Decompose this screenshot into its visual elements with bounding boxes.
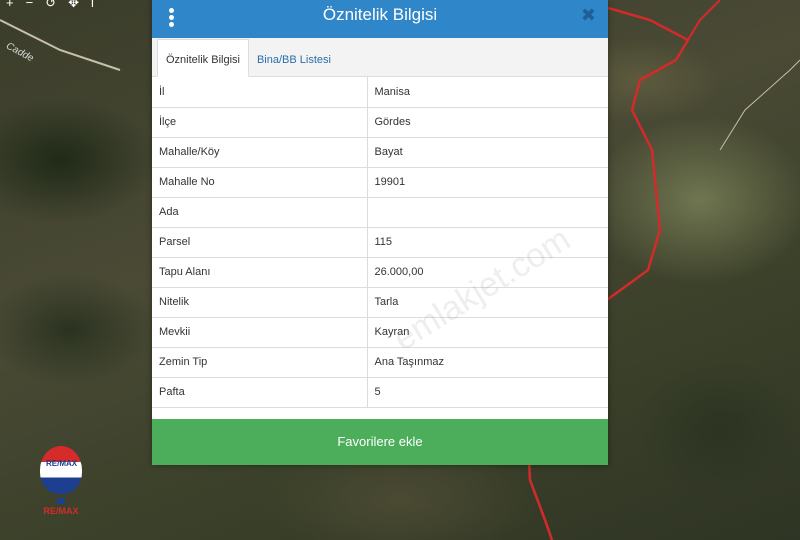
dialog-header: Öznitelik Bilgisi ✖ xyxy=(152,0,608,38)
table-row: Pafta 5 xyxy=(152,377,608,408)
row-value: 26.000,00 xyxy=(367,257,608,288)
table-row: Zemin Tip Ana Taşınmaz xyxy=(152,347,608,378)
add-to-favorites-button[interactable]: Favorilere ekle xyxy=(152,419,608,465)
basket-icon xyxy=(57,498,65,504)
row-value: 19901 xyxy=(367,167,608,198)
move-icon[interactable]: ✥ xyxy=(68,0,79,16)
row-value: 5 xyxy=(367,377,608,408)
row-value: Kayran xyxy=(367,317,608,348)
row-key: Zemin Tip xyxy=(152,347,368,378)
tab-building-list[interactable]: Bina/BB Listesi xyxy=(249,40,339,76)
row-key: Ada xyxy=(152,197,368,228)
logo-subtext: RE/MAX xyxy=(43,506,79,516)
parcel-boundary-line xyxy=(687,0,721,41)
row-key: Mahalle/Köy xyxy=(152,137,368,168)
track-line xyxy=(719,59,800,151)
table-row: İl Manisa xyxy=(152,77,608,108)
table-row: İlçe Gördes xyxy=(152,107,608,138)
row-key: Parsel xyxy=(152,227,368,258)
balloon-icon xyxy=(40,446,82,494)
info-icon[interactable]: i xyxy=(91,0,94,16)
dialog-title: Öznitelik Bilgisi xyxy=(322,5,438,24)
minus-icon[interactable]: − xyxy=(26,0,34,16)
attribute-dialog: Öznitelik Bilgisi ✖ Öznitelik Bilgisi Bi… xyxy=(152,0,608,465)
map-toolbar: + − ↺ ✥ i xyxy=(0,0,156,16)
row-value: Bayat xyxy=(367,137,608,168)
attribute-table: İl Manisa İlçe Gördes Mahalle/Köy Bayat Mah… xyxy=(152,77,608,408)
row-value: Ana Taşınmaz xyxy=(367,347,608,378)
table-row: Mahalle No 19901 xyxy=(152,167,608,198)
row-key: Nitelik xyxy=(152,287,368,318)
table-row: Nitelik Tarla xyxy=(152,287,608,318)
row-value: Tarla xyxy=(367,287,608,318)
close-icon[interactable]: ✖ xyxy=(581,5,596,26)
vertical-dots-menu-icon[interactable] xyxy=(166,6,176,30)
table-row: Mahalle/Köy Bayat xyxy=(152,137,608,168)
row-value: 115 xyxy=(367,227,608,258)
row-key: Tapu Alanı xyxy=(152,257,368,288)
row-key: Pafta xyxy=(152,377,368,408)
remax-logo: RE/MAX RE/MAX xyxy=(20,446,102,520)
table-row: Parsel 115 xyxy=(152,227,608,258)
logo-text: RE/MAX xyxy=(46,459,78,468)
row-value: Gördes xyxy=(367,107,608,138)
row-key: İlçe xyxy=(152,107,368,138)
dialog-tabs: Öznitelik Bilgisi Bina/BB Listesi xyxy=(152,38,608,77)
row-value xyxy=(367,197,608,228)
row-key: İl xyxy=(152,77,368,108)
row-key: Mevkii xyxy=(152,317,368,348)
table-row: Ada xyxy=(152,197,608,228)
rotate-icon[interactable]: ↺ xyxy=(45,0,56,16)
table-row: Mevkii Kayran xyxy=(152,317,608,348)
row-value: Manisa xyxy=(367,77,608,108)
plus-icon[interactable]: + xyxy=(6,0,14,16)
tab-attribute-info[interactable]: Öznitelik Bilgisi xyxy=(157,39,249,77)
row-key: Mahalle No xyxy=(152,167,368,198)
table-row: Tapu Alanı 26.000,00 xyxy=(152,257,608,288)
